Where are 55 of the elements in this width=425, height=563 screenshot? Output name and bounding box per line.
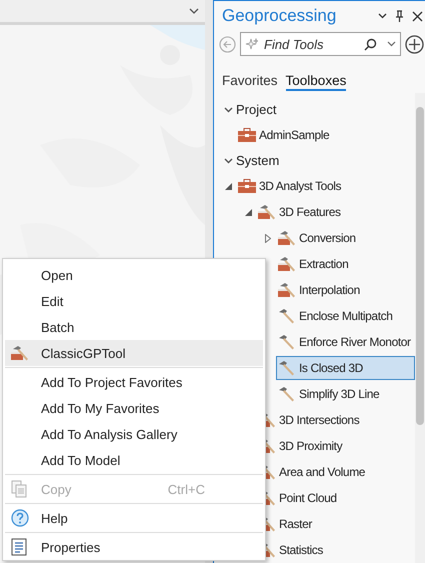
toolset-icon — [278, 230, 296, 246]
chevron-down-icon[interactable] — [224, 106, 232, 112]
copy-icon — [11, 480, 27, 498]
toolset-icon — [278, 256, 296, 272]
menu-item[interactable]: Help — [5, 505, 263, 531]
help-icon — [11, 509, 29, 527]
tree-item[interactable]: AdminSample — [236, 123, 415, 147]
hammer-icon — [278, 308, 296, 324]
menu-item[interactable]: Add To Project Favorites — [5, 369, 263, 395]
tree-item[interactable]: Enclose Multipatch — [276, 304, 415, 328]
search-icon[interactable] — [364, 38, 377, 50]
tree-section-label[interactable]: System — [236, 153, 280, 168]
toolset-icon — [11, 345, 29, 361]
menu-item[interactable]: Add To Model — [5, 447, 263, 473]
pin-icon[interactable] — [395, 10, 404, 22]
toolbox-icon — [238, 179, 256, 193]
hammer-icon — [278, 334, 296, 350]
menu-item[interactable]: Edit — [5, 288, 263, 314]
tree-item[interactable]: Conversion — [276, 226, 415, 250]
menu-item[interactable]: ClassicGPTool — [5, 340, 263, 366]
chevron-down-icon[interactable] — [189, 8, 199, 14]
toolset-icon — [258, 204, 276, 220]
dropdown-caret-icon[interactable] — [387, 41, 396, 47]
expanded-triangle-icon[interactable] — [224, 182, 232, 190]
chevron-down-icon[interactable] — [224, 158, 232, 164]
sparkle-icon — [245, 38, 258, 50]
menu-item[interactable]: Properties — [5, 534, 263, 560]
hammer-icon — [278, 386, 296, 402]
tab[interactable]: Favorites — [222, 71, 278, 91]
search-field[interactable]: Find Tools — [240, 32, 401, 56]
tree-item[interactable]: Interpolation — [276, 278, 415, 302]
hammer-icon — [278, 360, 296, 376]
menu-item[interactable]: Batch — [5, 314, 263, 340]
tree-item[interactable]: 3D Features — [256, 200, 415, 224]
scrollbar[interactable] — [415, 93, 425, 563]
chevron-down-icon[interactable] — [378, 13, 387, 19]
tree-item[interactable]: Simplify 3D Line — [276, 382, 415, 406]
menu-item[interactable]: Add To Analysis Gallery — [5, 421, 263, 447]
close-icon[interactable] — [412, 10, 423, 22]
collapsed-triangle-icon[interactable] — [265, 234, 271, 242]
search-input[interactable]: Find Tools — [262, 36, 360, 52]
menu-item[interactable]: Add To My Favorites — [5, 395, 263, 421]
tree-item[interactable]: 3D Analyst Tools — [236, 174, 415, 198]
panel-title: Geoprocessing — [222, 6, 338, 26]
tree-item[interactable]: Extraction — [276, 252, 415, 276]
tree-item[interactable]: Is Closed 3D — [276, 356, 415, 380]
expanded-triangle-icon[interactable] — [244, 208, 252, 216]
toolbox-icon — [238, 128, 256, 142]
menu-item[interactable]: Open — [5, 262, 263, 288]
add-icon[interactable] — [405, 34, 424, 54]
tree-section-label[interactable]: Project — [236, 102, 276, 117]
tab[interactable]: Toolboxes — [286, 71, 346, 91]
toolset-icon — [278, 282, 296, 298]
tree-item[interactable]: Enforce River Monotor — [276, 330, 415, 354]
properties-icon — [11, 538, 27, 556]
